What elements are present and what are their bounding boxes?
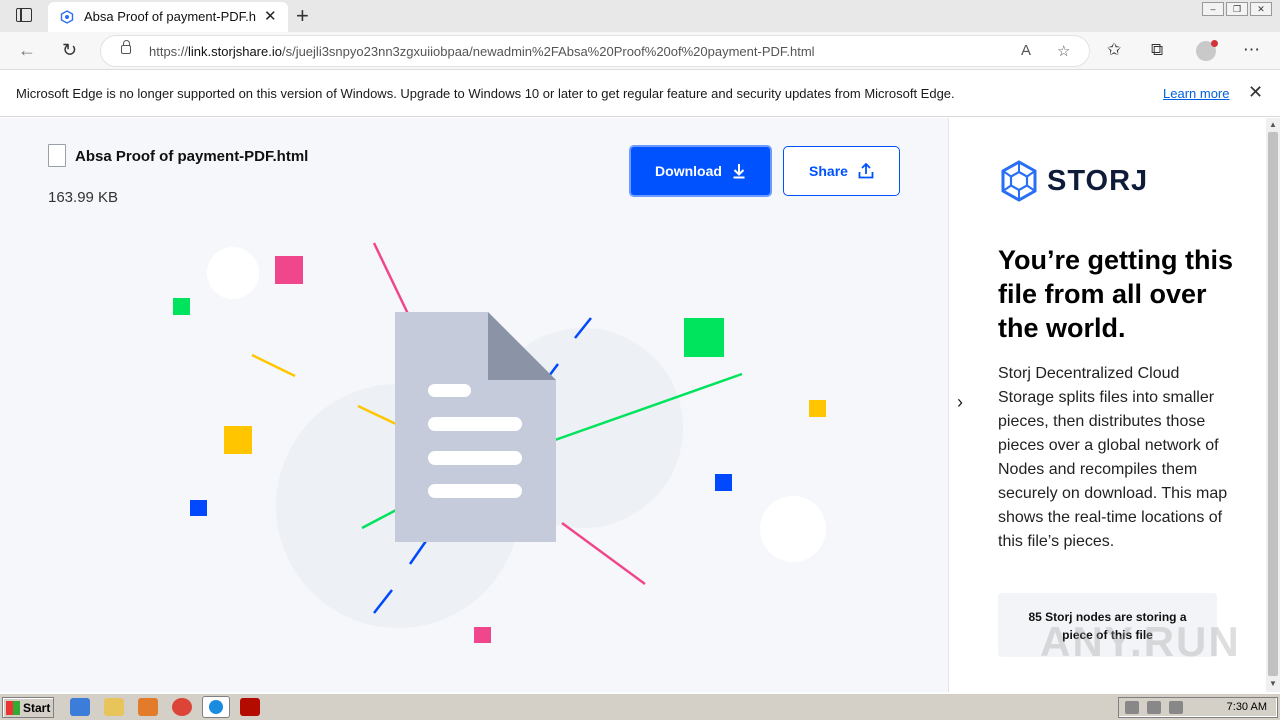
file-illustration (173, 242, 826, 643)
scroll-up-icon[interactable]: ▲ (1269, 120, 1277, 129)
learn-more-link[interactable]: Learn more (1163, 86, 1229, 101)
download-button[interactable]: Download (629, 145, 772, 197)
more-menu-icon[interactable]: ⋯ (1243, 40, 1260, 60)
storj-logo-icon (1001, 160, 1037, 202)
profile-avatar[interactable] (1196, 40, 1218, 61)
favorites-icon[interactable]: ✩ (1107, 40, 1121, 60)
window-controls: – ❐ ✕ (1202, 2, 1272, 16)
browser-titlebar: Absa Proof of payment-PDF.htm ✕ + – ❐ ✕ (0, 0, 1280, 32)
clock: 7:30 AM (1226, 701, 1267, 713)
share-button[interactable]: Share (783, 146, 900, 196)
file-preview-area: Absa Proof of payment-PDF.html 163.99 KB… (0, 118, 948, 692)
infobar-close-icon[interactable]: ✕ (1248, 82, 1263, 103)
unsupported-os-infobar: Microsoft Edge is no longer supported on… (0, 71, 1280, 117)
file-size: 163.99 KB (48, 189, 119, 206)
edge-taskbar-button[interactable] (202, 696, 230, 718)
volume-icon[interactable] (1125, 701, 1139, 714)
start-label: Start (23, 700, 51, 715)
storj-logo: STORJ (999, 160, 1148, 202)
read-aloud-icon[interactable]: A (1021, 42, 1031, 59)
back-icon[interactable]: ← (18, 40, 36, 61)
start-button[interactable]: Start (2, 697, 54, 718)
tab-close-icon[interactable]: ✕ (264, 7, 277, 25)
file-name: Absa Proof of payment-PDF.html (75, 148, 309, 165)
flag-icon[interactable] (1169, 701, 1183, 714)
new-tab-button[interactable]: + (296, 3, 309, 29)
explorer-icon[interactable] (104, 698, 124, 716)
storj-logo-text: STORJ (1047, 164, 1149, 197)
tab-title: Absa Proof of payment-PDF.htm (84, 9, 256, 24)
windows-flag-icon (6, 700, 20, 715)
close-window-button[interactable]: ✕ (1250, 2, 1272, 16)
system-tray: 7:30 AM (1118, 697, 1278, 718)
scroll-thumb[interactable] (1268, 132, 1278, 676)
page-scrollbar[interactable]: ▲ ▼ (1266, 118, 1280, 692)
chrome-icon[interactable] (172, 698, 192, 716)
share-icon (858, 163, 874, 179)
refresh-icon[interactable]: ↻ (62, 40, 77, 61)
windows-taskbar: Start 7:30 AM (0, 693, 1280, 720)
add-favorite-icon[interactable]: ☆ (1057, 42, 1070, 60)
share-label: Share (809, 163, 848, 179)
download-arrow-icon (733, 164, 745, 179)
address-bar[interactable]: https://link.storjshare.io/s/juejli3snpy… (100, 35, 1090, 67)
tab-actions-icon[interactable] (16, 8, 32, 22)
infobar-message: Microsoft Edge is no longer supported on… (16, 86, 955, 101)
minimize-button[interactable]: – (1202, 2, 1224, 16)
sidebar-description: Storj Decentralized Cloud Storage splits… (998, 365, 1228, 550)
network-icon[interactable] (1147, 701, 1161, 714)
sidebar-headline: You’re getting this file from all over t… (998, 245, 1233, 343)
download-label: Download (655, 163, 722, 179)
lock-icon[interactable] (121, 40, 131, 54)
collapse-sidebar-chevron-icon[interactable]: › (957, 392, 963, 413)
file-icon (48, 144, 66, 167)
acrobat-icon[interactable] (240, 698, 260, 716)
restore-button[interactable]: ❐ (1226, 2, 1248, 16)
media-player-icon[interactable] (138, 698, 158, 716)
storj-favicon-icon (60, 10, 74, 24)
storj-info-sidebar: › STORJ You’re getting this file from al… (948, 118, 1266, 692)
ie-icon[interactable] (70, 698, 90, 716)
url-text[interactable]: https://link.storjshare.io/s/juejli3snpy… (149, 44, 815, 59)
browser-tab[interactable]: Absa Proof of payment-PDF.htm ✕ (48, 2, 288, 32)
anyrun-watermark: ANY.RUN (1040, 618, 1241, 665)
scroll-down-icon[interactable]: ▼ (1269, 679, 1277, 688)
browser-toolbar: ← ↻ https://link.storjshare.io/s/juejli3… (0, 32, 1280, 70)
collections-icon[interactable]: ⧉ (1151, 40, 1163, 60)
